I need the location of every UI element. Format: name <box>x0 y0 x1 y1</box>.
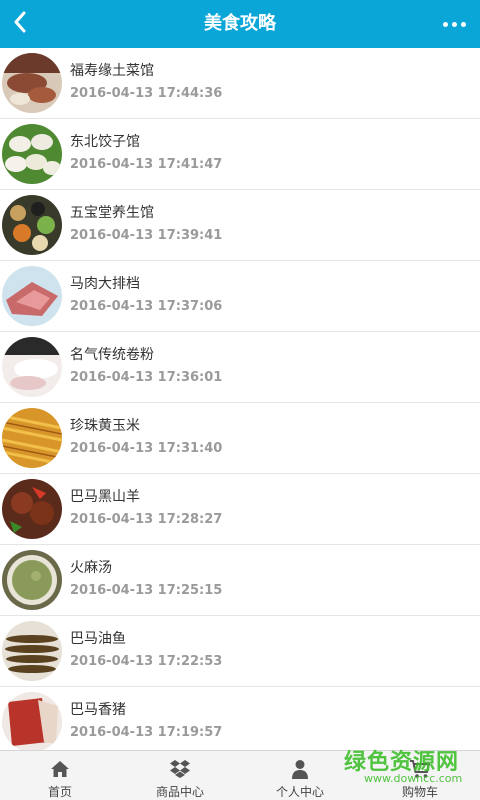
item-timestamp: 2016-04-13 17:39:41 <box>70 228 223 243</box>
tab-home[interactable]: 首页 <box>0 751 120 800</box>
food-thumbnail <box>2 124 62 184</box>
list-item[interactable]: 巴马香猪 2016-04-13 17:19:57 <box>0 687 480 750</box>
list-item[interactable]: 巴马油鱼 2016-04-13 17:22:53 <box>0 616 480 687</box>
item-name: 巴马香猪 <box>70 702 126 718</box>
list-item[interactable]: 五宝堂养生馆 2016-04-13 17:39:41 <box>0 190 480 261</box>
food-thumbnail <box>2 479 62 539</box>
user-icon <box>289 758 311 780</box>
item-timestamp: 2016-04-13 17:44:36 <box>70 86 223 101</box>
dropbox-icon <box>169 758 191 780</box>
item-timestamp: 2016-04-13 17:28:27 <box>70 512 223 527</box>
item-name: 珍珠黄玉米 <box>70 418 140 434</box>
cart-icon <box>409 758 431 780</box>
food-thumbnail <box>2 53 62 113</box>
food-thumbnail <box>2 195 62 255</box>
list-item[interactable]: 福寿缘土菜馆 2016-04-13 17:44:36 <box>0 48 480 119</box>
item-name: 马肉大排档 <box>70 276 140 292</box>
top-nav-bar: 美食攻略 <box>0 0 480 48</box>
item-name: 名气传统卷粉 <box>70 347 154 363</box>
item-name: 巴马黑山羊 <box>70 489 140 505</box>
item-timestamp: 2016-04-13 17:36:01 <box>70 370 223 385</box>
food-thumbnail <box>2 550 62 610</box>
item-timestamp: 2016-04-13 17:25:15 <box>70 583 223 598</box>
tab-label: 商品中心 <box>155 785 204 799</box>
page-title: 美食攻略 <box>204 13 276 34</box>
food-thumbnail <box>2 408 62 468</box>
item-timestamp: 2016-04-13 17:31:40 <box>70 441 223 456</box>
item-timestamp: 2016-04-13 17:22:53 <box>70 654 223 669</box>
tab-cart[interactable]: 购物车 <box>360 751 480 800</box>
home-icon <box>49 758 71 780</box>
list-item[interactable]: 巴马黑山羊 2016-04-13 17:28:27 <box>0 474 480 545</box>
item-timestamp: 2016-04-13 17:19:57 <box>70 725 223 740</box>
list-item[interactable]: 名气传统卷粉 2016-04-13 17:36:01 <box>0 332 480 403</box>
tab-profile[interactable]: 个人中心 <box>240 751 360 800</box>
item-timestamp: 2016-04-13 17:41:47 <box>70 157 223 172</box>
more-button[interactable] <box>428 0 480 48</box>
list-item[interactable]: 珍珠黄玉米 2016-04-13 17:31:40 <box>0 403 480 474</box>
restaurant-list: 福寿缘土菜馆 2016-04-13 17:44:36 东北饺子馆 2016-04… <box>0 48 480 750</box>
more-dots-icon <box>442 21 466 27</box>
list-item[interactable]: 马肉大排档 2016-04-13 17:37:06 <box>0 261 480 332</box>
tab-products[interactable]: 商品中心 <box>120 751 240 800</box>
item-name: 五宝堂养生馆 <box>70 205 154 221</box>
tab-label: 购物车 <box>401 785 438 799</box>
food-thumbnail <box>2 692 62 750</box>
tab-label: 个人中心 <box>275 785 324 799</box>
item-timestamp: 2016-04-13 17:37:06 <box>70 299 223 314</box>
item-name: 福寿缘土菜馆 <box>70 63 154 79</box>
food-thumbnail <box>2 621 62 681</box>
list-item[interactable]: 火麻汤 2016-04-13 17:25:15 <box>0 545 480 616</box>
list-item[interactable]: 东北饺子馆 2016-04-13 17:41:47 <box>0 119 480 190</box>
bottom-tab-bar: 首页 商品中心 个人中心 购物车 <box>0 750 480 800</box>
tab-label: 首页 <box>47 785 72 799</box>
item-name: 巴马油鱼 <box>70 631 126 647</box>
food-thumbnail <box>2 337 62 397</box>
food-thumbnail <box>2 266 62 326</box>
item-name: 火麻汤 <box>70 560 112 576</box>
item-name: 东北饺子馆 <box>70 134 140 150</box>
